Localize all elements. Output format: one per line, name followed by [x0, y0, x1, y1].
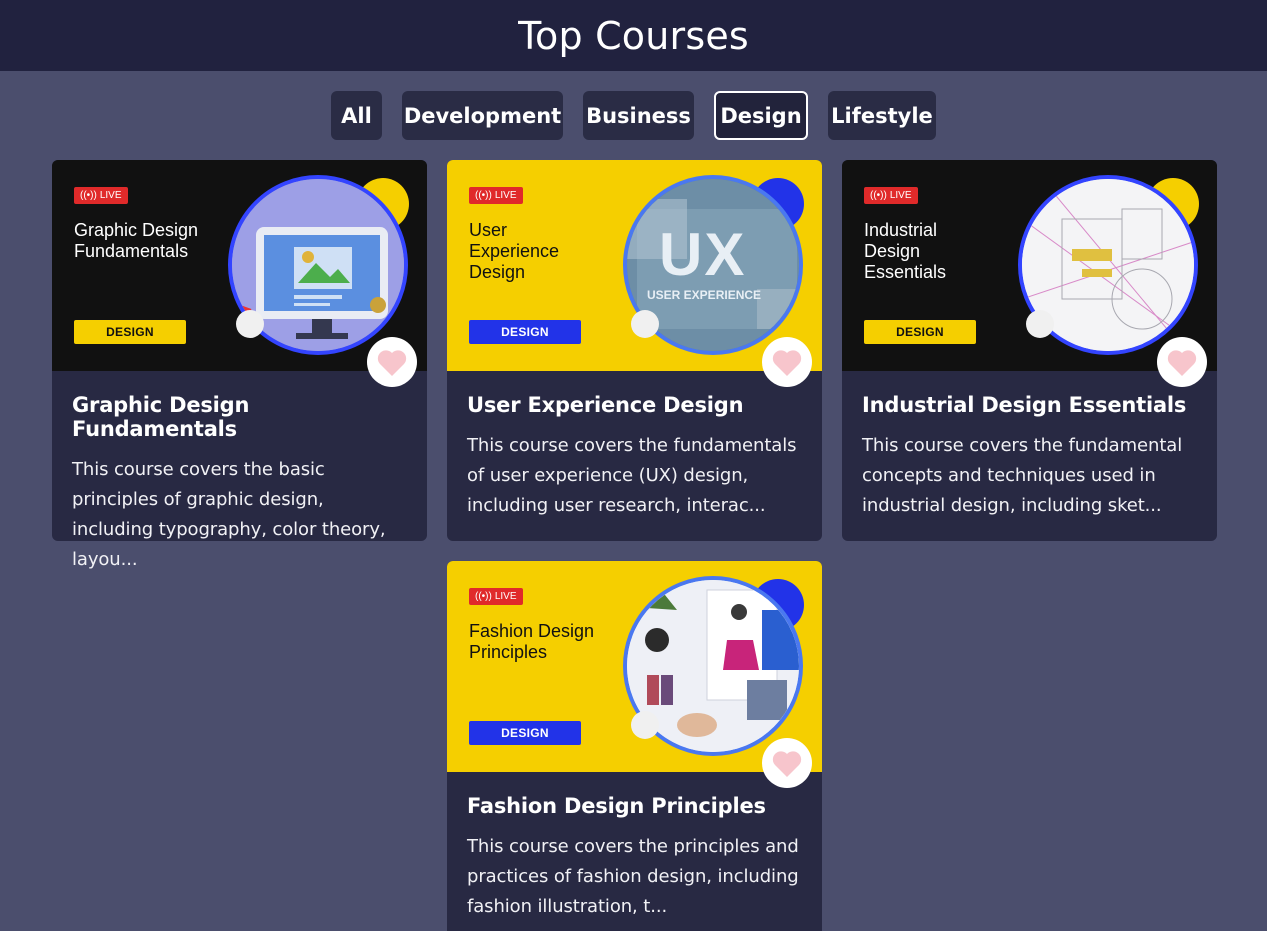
course-title: Industrial Design Essentials	[862, 393, 1187, 417]
decor-white-dot	[236, 310, 264, 338]
course-title: User Experience Design	[467, 393, 744, 417]
decor-white-dot	[1026, 310, 1054, 338]
thumbnail-tag: DESIGN	[469, 721, 581, 745]
decor-white-dot	[631, 310, 659, 338]
card-body: Graphic Design Fundamentals This course …	[52, 371, 427, 593]
course-title: Fashion Design Principles	[467, 794, 766, 818]
broadcast-icon: ((•))	[475, 190, 492, 201]
course-card-ux-design[interactable]: ((•)) LIVE User Experience Design DESIGN …	[447, 160, 822, 541]
top-bar: Top Courses	[0, 0, 1267, 71]
thumbnail-title: Fashion Design Principles	[469, 621, 595, 662]
course-title: Graphic Design Fundamentals	[72, 393, 250, 441]
thumbnail-tag: DESIGN	[469, 320, 581, 344]
heart-icon	[1167, 349, 1197, 376]
favorite-button[interactable]	[762, 337, 812, 387]
course-thumbnail: ((•)) LIVE User Experience Design DESIGN …	[447, 160, 822, 371]
live-badge: ((•)) LIVE	[469, 187, 523, 204]
course-thumbnail: ((•)) LIVE Industrial Design Essentials D…	[842, 160, 1217, 371]
thumbnail-tag: DESIGN	[74, 320, 186, 344]
thumbnail-title: Graphic Design Fundamentals	[74, 220, 199, 261]
filter-development-button[interactable]: Development	[402, 91, 563, 140]
favorite-button[interactable]	[1157, 337, 1207, 387]
course-card-industrial-design[interactable]: ((•)) LIVE Industrial Design Essentials D…	[842, 160, 1217, 541]
favorite-button[interactable]	[762, 738, 812, 788]
course-description: This course covers the principles and pr…	[467, 836, 799, 917]
page-title: Top Courses	[518, 13, 749, 58]
broadcast-icon: ((•))	[475, 591, 492, 602]
live-badge: ((•)) LIVE	[469, 588, 523, 605]
course-description: This course covers the basic principles …	[72, 459, 386, 570]
image-text-user-experience: USER EXPERIENCE	[647, 288, 762, 302]
course-card-graphic-design[interactable]: ((•)) LIVE Graphic Design Fundamentals DE…	[52, 160, 427, 570]
broadcast-icon: ((•))	[870, 190, 887, 201]
heart-icon	[377, 349, 407, 376]
heart-icon	[772, 750, 802, 777]
card-body: Fashion Design Principles This course co…	[447, 772, 822, 931]
filter-all-button[interactable]: All	[331, 91, 382, 140]
filter-design-button[interactable]: Design	[714, 91, 808, 140]
category-filters: All Development Business Design Lifestyl…	[0, 91, 1267, 140]
course-description: This course covers the fundamentals of u…	[467, 435, 797, 516]
card-body: User Experience Design This course cover…	[447, 371, 822, 539]
filter-lifestyle-button[interactable]: Lifestyle	[828, 91, 936, 140]
decor-white-dot	[631, 711, 659, 739]
course-description: This course covers the fundamental conce…	[862, 435, 1183, 516]
image-text-ux: UX	[659, 221, 747, 288]
broadcast-icon: ((•))	[80, 190, 97, 201]
course-thumbnail: ((•)) LIVE Fashion Design Principles DESI…	[447, 561, 822, 772]
course-thumbnail: ((•)) LIVE Graphic Design Fundamentals DE…	[52, 160, 427, 371]
thumbnail-tag: DESIGN	[864, 320, 976, 344]
card-body: Industrial Design Essentials This course…	[842, 371, 1217, 539]
thumbnail-title: Industrial Design Essentials	[864, 220, 947, 282]
course-card-fashion-design[interactable]: ((•)) LIVE Fashion Design Principles DESI…	[447, 561, 822, 931]
favorite-button[interactable]	[367, 337, 417, 387]
live-badge: ((•)) LIVE	[74, 187, 128, 204]
thumbnail-title: User Experience Design	[469, 220, 560, 282]
filter-business-button[interactable]: Business	[583, 91, 694, 140]
live-badge: ((•)) LIVE	[864, 187, 918, 204]
heart-icon	[772, 349, 802, 376]
